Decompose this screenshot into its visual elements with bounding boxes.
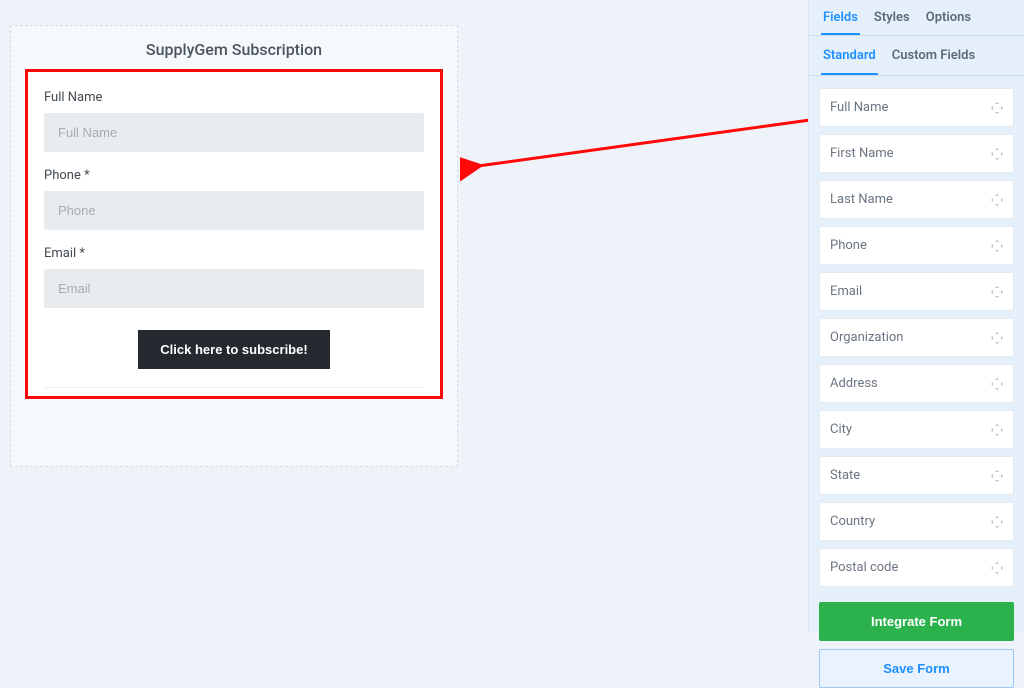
palette-item-postalcode[interactable]: Postal code <box>819 548 1014 587</box>
email-input[interactable] <box>44 269 424 308</box>
palette-item-phone[interactable]: Phone <box>819 226 1014 265</box>
subscribe-button[interactable]: Click here to subscribe! <box>138 330 329 369</box>
palette-item-label: First Name <box>830 146 894 161</box>
tab-options[interactable]: Options <box>924 10 973 35</box>
sidebar-actions: Integrate Form Save Form <box>809 602 1024 688</box>
tab-fields[interactable]: Fields <box>821 10 860 35</box>
field-label: Phone * <box>44 168 424 183</box>
drag-handle-icon <box>991 516 1003 528</box>
palette-item-country[interactable]: Country <box>819 502 1014 541</box>
palette-item-firstname[interactable]: First Name <box>819 134 1014 173</box>
form-canvas: SupplyGem Subscription Full Name Phone *… <box>10 25 458 467</box>
drag-handle-icon <box>991 378 1003 390</box>
palette-item-label: Phone <box>830 238 867 253</box>
palette-item-label: State <box>830 468 860 483</box>
field-label: Email * <box>44 246 424 261</box>
palette-item-address[interactable]: Address <box>819 364 1014 403</box>
drag-handle-icon <box>991 562 1003 574</box>
palette-item-organization[interactable]: Organization <box>819 318 1014 357</box>
palette-item-email[interactable]: Email <box>819 272 1014 311</box>
palette-item-label: Country <box>830 514 875 529</box>
palette-item-label: Address <box>830 376 878 391</box>
palette-item-label: Last Name <box>830 192 893 207</box>
palette-item-fullname[interactable]: Full Name <box>819 88 1014 127</box>
integrate-form-button[interactable]: Integrate Form <box>819 602 1014 641</box>
palette-item-label: Email <box>830 284 862 299</box>
field-palette: Full Name First Name Last Name Phone Ema… <box>809 76 1024 602</box>
drag-handle-icon <box>991 102 1003 114</box>
form-title: SupplyGem Subscription <box>11 40 457 59</box>
drag-handle-icon <box>991 194 1003 206</box>
palette-item-label: Postal code <box>830 560 898 575</box>
palette-item-city[interactable]: City <box>819 410 1014 449</box>
tab-standard[interactable]: Standard <box>821 48 878 75</box>
tab-custom-fields[interactable]: Custom Fields <box>890 48 977 75</box>
field-label: Full Name <box>44 90 424 105</box>
palette-item-label: Full Name <box>830 100 888 115</box>
palette-item-label: City <box>830 422 852 437</box>
drag-handle-icon <box>991 332 1003 344</box>
drag-handle-icon <box>991 286 1003 298</box>
form-field-email: Email * <box>44 246 424 308</box>
annotation-arrow <box>460 110 820 190</box>
drag-handle-icon <box>991 240 1003 252</box>
drag-handle-icon <box>991 424 1003 436</box>
palette-item-label: Organization <box>830 330 903 345</box>
secondary-tabs: Standard Custom Fields <box>809 36 1024 76</box>
form-preview: Full Name Phone * Email * Click here to … <box>25 69 443 399</box>
form-field-fullname: Full Name <box>44 90 424 152</box>
fullname-input[interactable] <box>44 113 424 152</box>
palette-item-lastname[interactable]: Last Name <box>819 180 1014 219</box>
form-divider <box>44 387 424 388</box>
sidebar: Fields Styles Options Standard Custom Fi… <box>808 0 1024 632</box>
tab-styles[interactable]: Styles <box>872 10 912 35</box>
primary-tabs: Fields Styles Options <box>809 0 1024 36</box>
palette-item-state[interactable]: State <box>819 456 1014 495</box>
phone-input[interactable] <box>44 191 424 230</box>
form-field-phone: Phone * <box>44 168 424 230</box>
save-form-button[interactable]: Save Form <box>819 649 1014 688</box>
drag-handle-icon <box>991 148 1003 160</box>
drag-handle-icon <box>991 470 1003 482</box>
